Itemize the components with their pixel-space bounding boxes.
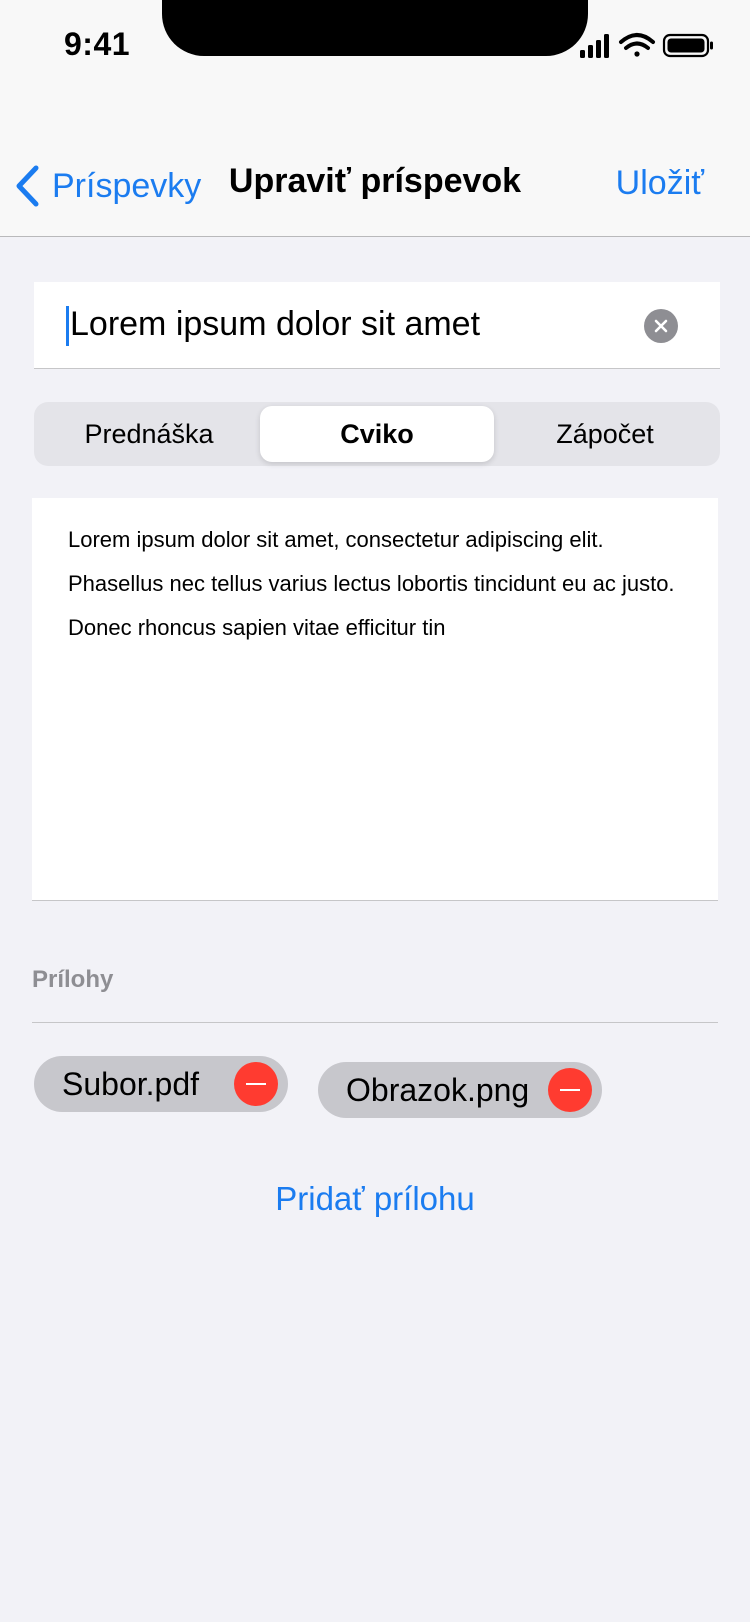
segment-prednaska[interactable]: Prednáška xyxy=(38,406,260,462)
wifi-icon xyxy=(619,33,655,57)
remove-attachment-icon[interactable] xyxy=(234,1062,278,1106)
clear-icon xyxy=(654,319,668,333)
save-button[interactable]: Uložiť xyxy=(616,164,704,203)
text-cursor xyxy=(66,306,69,346)
battery-icon xyxy=(662,33,713,58)
device-notch xyxy=(162,0,588,56)
section-divider xyxy=(32,1022,718,1023)
add-attachment-button[interactable]: Pridať prílohu xyxy=(0,1180,750,1218)
status-time: 9:41 xyxy=(64,26,131,62)
attachment-name: Subor.pdf xyxy=(62,1065,199,1102)
attachment-chip[interactable]: Subor.pdf xyxy=(34,1056,288,1112)
remove-attachment-icon[interactable] xyxy=(548,1068,592,1112)
attachment-chip[interactable]: Obrazok.png xyxy=(318,1062,602,1118)
body-text: Lorem ipsum dolor sit amet, consectetur … xyxy=(68,527,675,640)
body-text-area[interactable]: Lorem ipsum dolor sit amet, consectetur … xyxy=(32,498,718,901)
title-field xyxy=(34,282,720,369)
attachment-name: Obrazok.png xyxy=(346,1071,530,1108)
segment-zapocet[interactable]: Zápočet xyxy=(494,406,716,462)
title-input[interactable] xyxy=(70,296,630,352)
attachments-section-label: Prílohy xyxy=(32,966,114,993)
cellular-signal-icon xyxy=(580,34,609,58)
clear-text-button[interactable] xyxy=(644,309,678,343)
status-icons xyxy=(580,33,713,58)
segment-cviko[interactable]: Cviko xyxy=(260,406,494,462)
category-segmented-control: Prednáška Cviko Zápočet xyxy=(34,402,720,466)
